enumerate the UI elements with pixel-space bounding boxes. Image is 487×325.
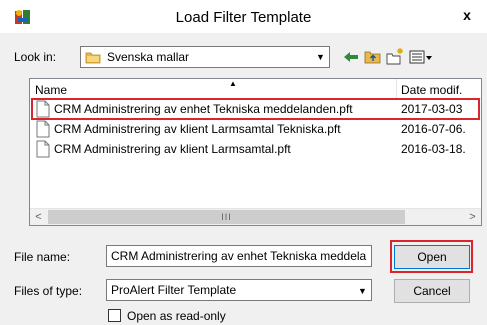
window-title: Load Filter Template: [175, 9, 312, 26]
selection-highlight: [31, 98, 480, 120]
list-header: Name ▲ Date modif.: [30, 79, 481, 99]
files-of-type-value: ProAlert Filter Template: [111, 283, 237, 297]
view-menu-icon[interactable]: [408, 47, 434, 67]
file-name-label: File name:: [14, 250, 71, 264]
scroll-right-button[interactable]: >: [464, 209, 481, 225]
scroll-thumb[interactable]: III: [48, 210, 405, 224]
folder-icon: [85, 52, 101, 64]
horizontal-scrollbar[interactable]: < III >: [30, 208, 481, 225]
look-in-label: Look in:: [14, 50, 57, 64]
file-name-input[interactable]: CRM Administrering av enhet Tekniska med…: [106, 245, 372, 267]
file-icon: [36, 120, 50, 138]
title-bar[interactable]: Load Filter Template x: [0, 0, 487, 33]
chevron-down-icon[interactable]: ▼: [353, 281, 371, 299]
cancel-button[interactable]: Cancel: [394, 279, 470, 303]
open-button-highlight: [390, 240, 473, 273]
scroll-left-button[interactable]: <: [30, 209, 47, 225]
files-of-type-dropdown[interactable]: ProAlert Filter Template ▼: [106, 279, 372, 301]
new-folder-icon[interactable]: [385, 47, 405, 67]
column-header-date[interactable]: Date modif.: [401, 83, 462, 97]
up-folder-icon[interactable]: [363, 47, 383, 67]
look-in-value: Svenska mallar: [107, 50, 190, 64]
read-only-checkbox[interactable]: [108, 309, 121, 322]
back-arrow-icon[interactable]: [341, 47, 361, 67]
file-date: 2016-07-06.: [401, 122, 466, 136]
sort-ascending-icon: ▲: [229, 79, 237, 88]
file-date: 2016-03-18.: [401, 142, 466, 156]
load-filter-dialog: Load Filter Template x Look in: Svenska …: [0, 0, 487, 325]
chevron-down-icon[interactable]: ▼: [311, 47, 329, 67]
files-of-type-label: Files of type:: [14, 284, 83, 298]
file-name: CRM Administrering av klient Larmsamtal.…: [54, 142, 291, 156]
column-separator[interactable]: [396, 79, 397, 99]
file-row[interactable]: CRM Administrering av klient Larmsamtal.…: [30, 139, 481, 159]
column-header-name[interactable]: Name: [35, 83, 67, 97]
file-row[interactable]: CRM Administrering av klient Larmsamtal …: [30, 119, 481, 139]
file-name: CRM Administrering av klient Larmsamtal …: [54, 122, 341, 136]
close-button[interactable]: x: [452, 4, 482, 26]
file-list[interactable]: Name ▲ Date modif. CRM Administrering av…: [29, 78, 482, 226]
read-only-label: Open as read-only: [127, 309, 226, 323]
look-in-dropdown[interactable]: Svenska mallar ▼: [80, 46, 330, 68]
file-icon: [36, 140, 50, 158]
